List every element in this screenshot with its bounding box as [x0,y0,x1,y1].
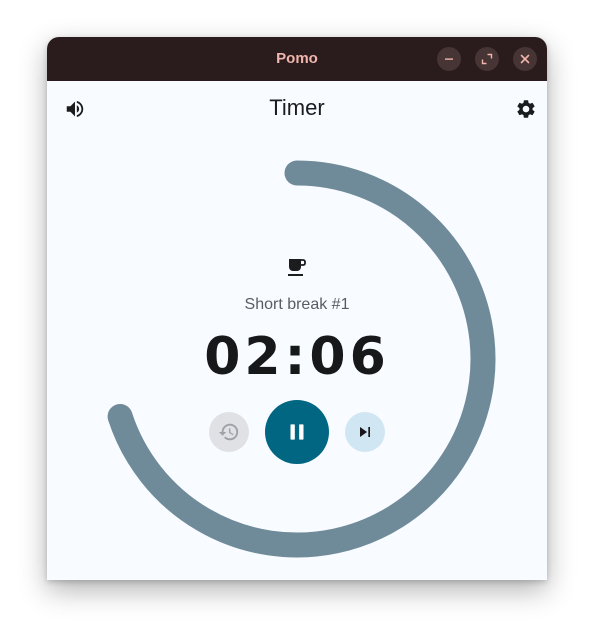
timer-display: 02:06 [204,327,390,387]
pause-button[interactable] [265,400,329,464]
skip-button[interactable] [345,412,385,452]
reset-button[interactable] [209,412,249,452]
app-window: Pomo Timer Short break #1 02:06 [47,37,547,580]
session-label: Short break #1 [244,296,350,313]
coffee-icon [288,259,306,276]
skip-next-icon [360,427,370,437]
pause-icon [290,424,304,440]
history-icon [218,423,239,441]
